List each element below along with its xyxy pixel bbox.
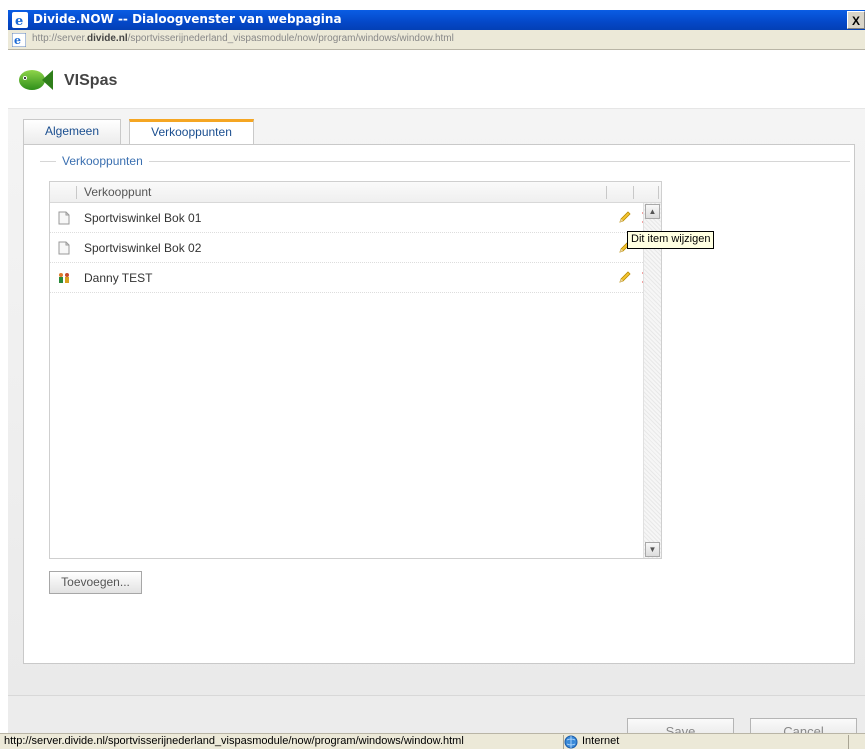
table-row[interactable]: Sportviswinkel Bok 02 [50,233,661,263]
globe-icon [564,735,578,749]
document-icon [58,241,70,255]
pencil-icon[interactable] [617,210,632,225]
column-separator [658,186,659,199]
scroll-down-button[interactable]: ▼ [645,542,660,557]
row-label: Sportviswinkel Bok 01 [84,211,202,225]
app-name: VISpas [64,72,118,89]
svg-text:e: e [15,14,23,28]
section-title: Verkooppunten [56,154,149,168]
tab-verkooppunten[interactable]: Verkooppunten [129,119,254,145]
tab-algemeen[interactable]: Algemeen [23,119,121,144]
content-area: Algemeen Verkooppunten Verkooppunten Ver… [8,108,865,749]
internet-explorer-icon: e [12,12,28,28]
grid-scrollbar[interactable]: ▲ ▼ [643,203,661,558]
status-url: http://server.divide.nl/sportvisserijned… [4,735,564,749]
table-row[interactable]: Sportviswinkel Bok 01 [50,203,661,233]
column-header-verkooppunt[interactable]: Verkooppunt [84,185,151,199]
table-row[interactable]: Danny TEST [50,263,661,293]
column-separator [606,186,607,199]
people-icon [59,273,69,283]
window-title: Divide.NOW -- Dialoogvenster van webpagi… [33,12,342,26]
app-frame: VISpas Algemeen Verkooppunten Verkooppun… [8,50,865,749]
section-divider [40,161,850,162]
fish-logo-icon [19,70,53,90]
address-url: http://server.divide.nl/sportvisserijned… [32,33,454,44]
add-button[interactable]: Toevoegen... [49,571,142,594]
tab-panel: Verkooppunten Verkooppunt Sportviswinkel… [23,144,855,664]
status-separator [848,735,849,749]
document-icon [58,211,70,225]
grid-header: Verkooppunt [50,182,661,203]
edit-tooltip: Dit item wijzigen [627,231,715,249]
verkooppunten-grid: Verkooppunt Sportviswinkel Bok 01 Sportv… [49,181,662,559]
window-titlebar: e Divide.NOW -- Dialoogvenster van webpa… [8,10,865,30]
scroll-up-button[interactable]: ▲ [645,204,660,219]
pencil-icon[interactable] [617,270,632,285]
status-bar: http://server.divide.nl/sportvisserijned… [0,733,865,749]
address-bar: e http://server.divide.nl/sportvisserijn… [8,30,865,50]
row-label: Sportviswinkel Bok 02 [84,241,202,255]
column-separator [633,186,634,199]
column-separator [76,186,77,199]
grid-body: Sportviswinkel Bok 01 Sportviswinkel Bok… [50,203,661,558]
svg-text:e: e [14,34,21,47]
security-zone: Internet [582,735,620,747]
row-label: Danny TEST [84,271,153,285]
page-icon: e [12,33,26,47]
window-close-button[interactable]: X [847,11,865,29]
app-header: VISpas [8,50,865,108]
